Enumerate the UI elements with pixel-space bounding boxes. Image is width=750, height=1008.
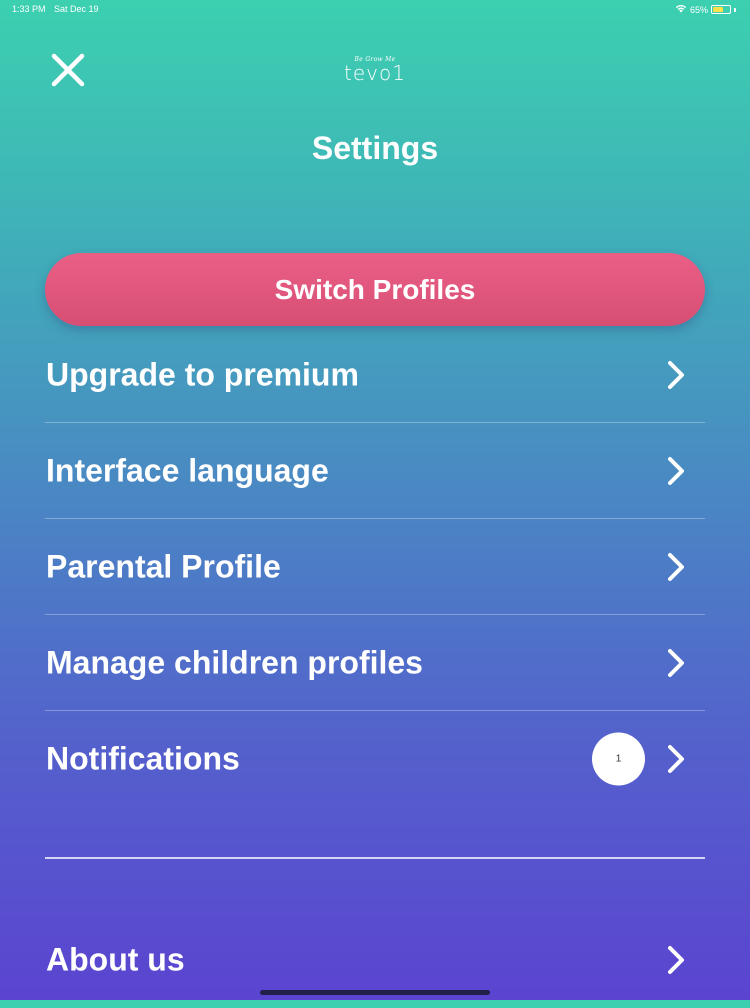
menu-item-manage-children-profiles[interactable]: Manage children profiles <box>45 615 705 711</box>
switch-profiles-label: Switch Profiles <box>274 273 476 305</box>
switch-profiles-button[interactable]: Switch Profiles <box>45 253 705 326</box>
menu-item-label: Upgrade to premium <box>46 356 359 392</box>
status-time: 1:33 PM <box>12 4 46 14</box>
home-indicator[interactable] <box>260 990 490 995</box>
status-date: Sat Dec 19 <box>54 4 99 14</box>
menu-item-parental-profile[interactable]: Parental Profile <box>45 519 705 615</box>
chevron-right-icon <box>668 456 684 485</box>
section-divider <box>45 857 705 859</box>
chevron-right-icon <box>668 946 684 974</box>
close-button[interactable] <box>48 50 88 90</box>
battery-icon <box>711 5 731 14</box>
battery-percent: 65% <box>689 4 708 15</box>
chevron-right-icon <box>668 552 684 581</box>
page-title: Settings <box>311 130 439 166</box>
menu-item-label: Parental Profile <box>46 548 281 584</box>
chevron-right-icon <box>668 745 684 773</box>
menu-item-label: Notifications <box>46 740 240 777</box>
menu-item-label: Interface language <box>46 452 329 488</box>
wifi-icon <box>675 4 687 15</box>
notification-count-badge: 1 <box>592 732 645 786</box>
status-right: 65% <box>675 4 736 15</box>
menu-item-interface-language[interactable]: Interface language <box>45 423 705 519</box>
close-icon <box>51 53 85 87</box>
battery-tip <box>734 7 736 12</box>
chevron-right-icon <box>668 648 684 677</box>
menu-item-notifications[interactable]: Notifications 1 <box>45 711 705 807</box>
status-bar: 1:33 PM Sat Dec 19 65% <box>0 0 750 18</box>
menu-item-upgrade-premium[interactable]: Upgrade to premium <box>45 327 705 423</box>
menu-item-label: About us <box>46 941 185 978</box>
chevron-right-icon <box>668 360 684 389</box>
logo-wordmark: tevo1 <box>344 61 406 85</box>
menu-item-label: Manage children profiles <box>46 644 423 680</box>
app-logo: Be Grow Me tevo1 <box>340 56 410 86</box>
